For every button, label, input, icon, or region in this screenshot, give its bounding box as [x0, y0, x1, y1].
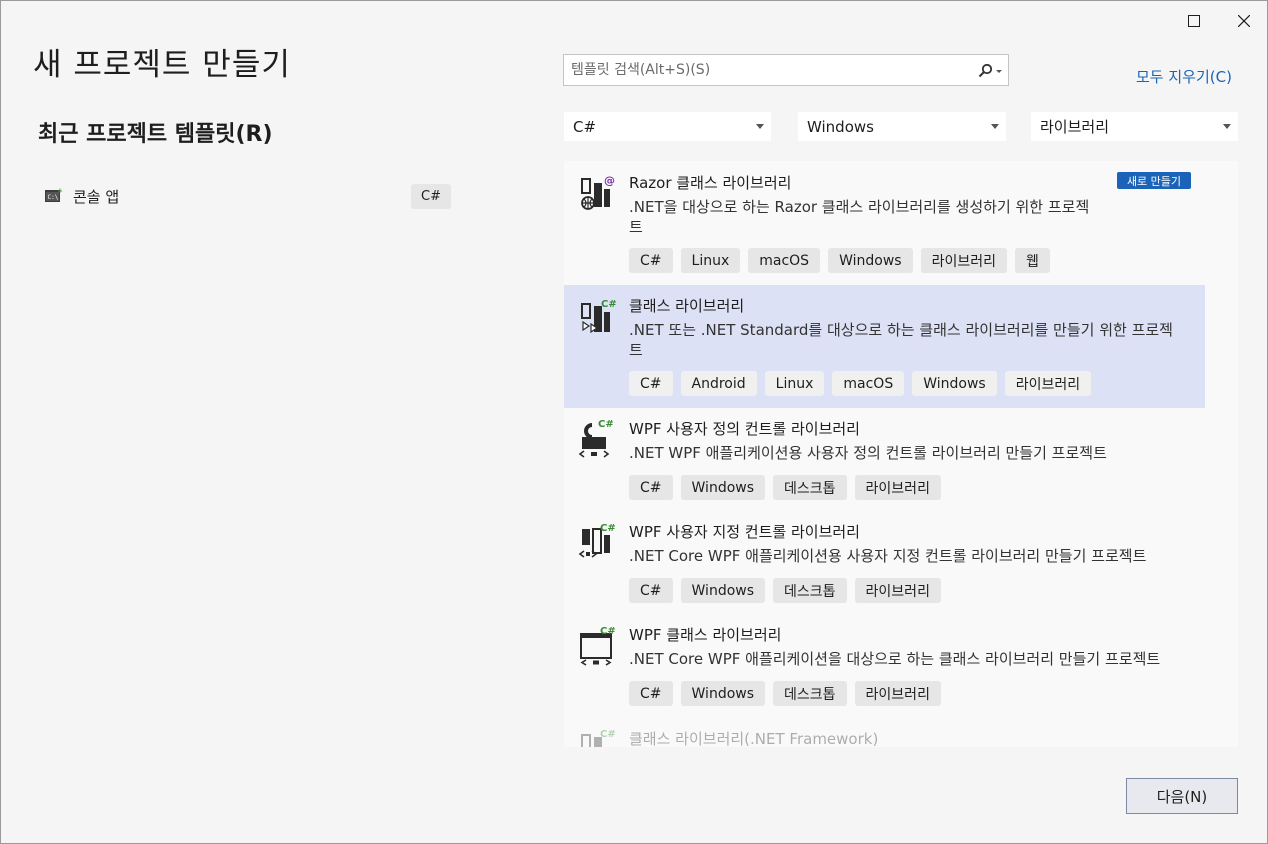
template-tags: C# Linux macOS Windows 라이브러리 웹	[629, 248, 1050, 273]
svg-text:C#: C#	[600, 626, 616, 637]
tag: C#	[629, 475, 673, 500]
tag: C#	[629, 578, 673, 603]
recent-templates-heading: 최근 프로젝트 템플릿(R)	[38, 122, 273, 147]
recent-template-label: 콘솔 앱	[73, 187, 120, 206]
tag: 라이브러리	[1004, 371, 1092, 396]
razor-class-library-icon: @	[581, 174, 615, 210]
console-app-icon: C:\ +	[41, 183, 67, 209]
tag: 데스크톱	[773, 475, 847, 500]
tag: Windows	[828, 248, 913, 273]
template-name: 클래스 라이브러리	[629, 297, 745, 315]
svg-text:C#: C#	[600, 523, 616, 534]
template-item-wpf-user-control-library[interactable]: C# WPF 사용자 정의 컨트롤 라이브러리 .NET WPF 애플리케이션용…	[564, 409, 1205, 511]
template-description: .NET Core WPF 애플리케이션을 대상으로 하는 클래스 라이브러리 …	[629, 649, 1204, 669]
svg-text:+: +	[57, 187, 63, 195]
template-name: Razor 클래스 라이브러리	[629, 174, 792, 192]
close-icon	[1238, 15, 1250, 27]
tag: 데스크톱	[773, 578, 847, 603]
maximize-icon	[1188, 15, 1200, 27]
tag: Android	[680, 371, 757, 396]
template-description-line: .NET 또는 .NET Standard를 대상으로 하는 클래스 라이브러리…	[629, 321, 1173, 339]
wpf-class-library-icon: C#	[580, 626, 616, 666]
template-description-line: .NET WPF 애플리케이션용 사용자 정의 컨트롤 라이브러리 만들기 프로…	[629, 444, 1107, 462]
tag: C#	[629, 681, 673, 706]
recent-template-language-tag: C#	[411, 184, 451, 209]
language-filter-value: C#	[573, 117, 597, 136]
template-search-box[interactable]	[563, 54, 1009, 86]
tag: 라이브러리	[854, 475, 941, 500]
template-description-line: .NET을 대상으로 하는 Razor 클래스 라이브러리를 생성하기 위한 프…	[629, 198, 1090, 216]
template-name: 클래스 라이브러리(.NET Framework)	[629, 730, 879, 747]
template-description: .NET을 대상으로 하는 Razor 클래스 라이브러리를 생성하기 위한 프…	[629, 197, 1127, 237]
new-badge: 새로 만들기	[1117, 172, 1191, 189]
template-tags: C# Windows 데스크톱 라이브러리	[629, 475, 941, 500]
template-item-wpf-custom-control-library[interactable]: C# WPF 사용자 지정 컨트롤 라이브러리 .NET Core WPF 애플…	[564, 512, 1205, 614]
tag: Windows	[680, 578, 766, 603]
svg-text:C#: C#	[600, 729, 616, 740]
search-input[interactable]	[564, 62, 964, 78]
template-description-line: .NET Core WPF 애플리케이션을 대상으로 하는 클래스 라이브러리 …	[629, 650, 1161, 668]
template-name: WPF 클래스 라이브러리	[629, 626, 782, 644]
template-item-razor-class-library[interactable]: @ Razor 클래스 라이브러리 새로 만들기 .NET을 대상으로 하는 R…	[564, 161, 1205, 284]
tag: macOS	[832, 371, 905, 396]
tag: 라이브러리	[920, 248, 1007, 273]
search-dropdown-button[interactable]	[972, 60, 1008, 82]
wpf-control-library-icon: C#	[578, 419, 614, 458]
template-description: .NET Core WPF 애플리케이션용 사용자 지정 컨트롤 라이브러리 만…	[629, 546, 1204, 566]
close-button[interactable]	[1221, 7, 1267, 35]
chevron-down-icon	[756, 124, 764, 129]
platform-filter-dropdown[interactable]: Windows	[798, 112, 1006, 141]
class-library-icon: C#	[581, 299, 617, 334]
new-project-dialog: 새 프로젝트 만들기 최근 프로젝트 템플릿(R) C:\ + 콘솔 앱 C# …	[0, 0, 1268, 844]
template-name: WPF 사용자 정의 컨트롤 라이브러리	[629, 420, 860, 438]
svg-text:C#: C#	[598, 419, 614, 430]
template-description-line: 트	[629, 218, 643, 236]
tag: C#	[629, 248, 673, 273]
svg-text:@: @	[604, 174, 615, 187]
tag: 라이브러리	[854, 578, 941, 603]
recent-template-item[interactable]: C:\ + 콘솔 앱 C#	[35, 177, 455, 215]
tag: Linux	[680, 248, 741, 273]
tag: 데스크톱	[773, 681, 847, 706]
svg-text:C:\: C:\	[48, 194, 59, 201]
tag: 라이브러리	[854, 681, 941, 706]
wpf-custom-control-library-icon: C#	[578, 523, 616, 558]
tag: macOS	[748, 248, 821, 273]
class-library-framework-icon: C#	[581, 729, 616, 747]
template-item-wpf-class-library[interactable]: C# WPF 클래스 라이브러리 .NET Core WPF 애플리케이션을 대…	[564, 615, 1205, 717]
template-description: .NET 또는 .NET Standard를 대상으로 하는 클래스 라이브러리…	[629, 320, 1204, 360]
chevron-down-icon	[991, 124, 999, 129]
tag: C#	[629, 371, 673, 396]
next-button[interactable]: 다음(N)	[1126, 778, 1238, 814]
template-name: WPF 사용자 지정 컨트롤 라이브러리	[629, 523, 860, 541]
chevron-down-icon	[1223, 124, 1231, 129]
template-item-class-library-net-framework[interactable]: C# 클래스 라이브러리(.NET Framework)	[564, 718, 1205, 747]
template-description-line: .NET Core WPF 애플리케이션용 사용자 지정 컨트롤 라이브러리 만…	[629, 547, 1147, 565]
tag: Windows	[912, 371, 997, 396]
template-tags: C# Windows 데스크톱 라이브러리	[629, 578, 941, 603]
template-description: .NET WPF 애플리케이션용 사용자 정의 컨트롤 라이브러리 만들기 프로…	[629, 443, 1204, 463]
page-title: 새 프로젝트 만들기	[33, 47, 291, 83]
svg-text:C#: C#	[601, 299, 617, 310]
template-item-class-library[interactable]: C# 클래스 라이브러리 .NET 또는 .NET Standard를 대상으로…	[564, 285, 1205, 408]
project-type-filter-dropdown[interactable]: 라이브러리	[1031, 112, 1238, 141]
search-icon	[978, 63, 1002, 78]
platform-filter-value: Windows	[807, 117, 874, 136]
clear-all-link[interactable]: 모두 지우기(C)	[1136, 66, 1232, 87]
template-description-line: 트	[629, 341, 643, 359]
maximize-button[interactable]	[1171, 7, 1217, 35]
template-tags: C# Windows 데스크톱 라이브러리	[629, 681, 941, 706]
language-filter-dropdown[interactable]: C#	[564, 112, 771, 141]
tag: Linux	[764, 371, 825, 396]
tag: Windows	[680, 681, 766, 706]
template-tags: C# Android Linux macOS Windows 라이브러리	[629, 371, 1092, 396]
project-type-filter-value: 라이브러리	[1040, 118, 1110, 136]
tag: 웹	[1014, 248, 1050, 273]
template-list[interactable]: @ Razor 클래스 라이브러리 새로 만들기 .NET을 대상으로 하는 R…	[564, 161, 1238, 747]
tag: Windows	[680, 475, 766, 500]
